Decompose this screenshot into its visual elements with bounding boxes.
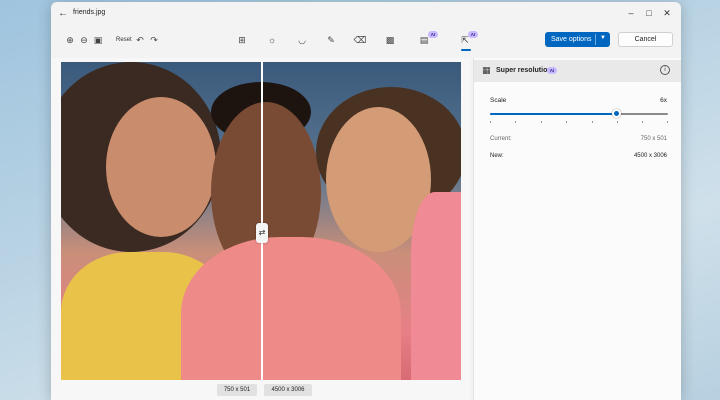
ai-badge: AI: [468, 31, 478, 38]
panel-header: ▦ Super resolution AI i: [474, 60, 681, 82]
save-options-label: Save options: [551, 36, 592, 43]
super-resolution-icon: ▦: [482, 65, 491, 75]
save-split-divider: [595, 34, 596, 45]
slider-tick: [490, 121, 491, 123]
scale-label: Scale: [490, 97, 507, 104]
slider-tick: [667, 121, 668, 123]
window-title: friends.jpg: [73, 9, 106, 16]
scale-value: 6x: [660, 97, 667, 104]
minimize-icon[interactable]: –: [625, 7, 637, 19]
current-size-label: Current:: [490, 136, 512, 142]
maximize-icon[interactable]: □: [643, 7, 655, 19]
active-tool-indicator: [461, 49, 471, 51]
info-icon[interactable]: i: [660, 65, 670, 75]
slider-tick: [566, 121, 567, 123]
back-arrow-icon[interactable]: ←: [57, 8, 69, 20]
scale-slider[interactable]: [490, 108, 668, 123]
new-size-label: New:: [490, 153, 504, 159]
ai-badge: AI: [428, 31, 438, 38]
slider-fill: [490, 113, 617, 115]
compare-swap-icon[interactable]: ⇄: [256, 223, 268, 243]
reset-button[interactable]: Reset: [116, 37, 132, 43]
undo-icon[interactable]: ↶: [133, 33, 147, 47]
crop-icon[interactable]: ⊞: [235, 33, 249, 47]
slider-thumb[interactable]: [611, 109, 621, 118]
new-size-value: 4500 x 3006: [633, 153, 667, 159]
redo-icon[interactable]: ↷: [147, 33, 161, 47]
after-size-label: 4500 x 3006: [264, 384, 312, 396]
blur-background-icon[interactable]: ▩: [383, 33, 397, 47]
slider-tick: [642, 121, 643, 123]
slider-tick: [617, 121, 618, 123]
chevron-down-icon[interactable]: ▼: [597, 35, 609, 41]
slider-tick: [541, 121, 542, 123]
fit-to-window-icon[interactable]: ▣: [91, 33, 105, 47]
panel-title: Super resolution: [496, 67, 552, 74]
before-size-label: 750 x 501: [217, 384, 257, 396]
save-options-button[interactable]: Save options ▼: [545, 32, 610, 47]
markup-icon[interactable]: ✎: [324, 33, 338, 47]
zoom-out-icon[interactable]: ⊖: [77, 33, 91, 47]
current-size-value: 750 x 501: [640, 136, 667, 142]
comparison-split-line[interactable]: [261, 62, 263, 380]
slider-tick: [515, 121, 516, 123]
zoom-in-icon[interactable]: ⊕: [63, 33, 77, 47]
filter-icon[interactable]: ◡: [295, 33, 309, 47]
app-window: ← friends.jpg – □ ✕ ⊕ ⊖ ▣ Reset ↶ ↷ ⊞ ☼ …: [51, 2, 681, 400]
ai-badge: AI: [547, 67, 557, 74]
cancel-button[interactable]: Cancel: [618, 32, 673, 47]
adjust-icon[interactable]: ☼: [265, 33, 279, 47]
title-bar: ← friends.jpg – □ ✕: [51, 2, 681, 26]
slider-tick: [592, 121, 593, 123]
image-canvas: ⇄ 750 x 501 4500 x 3006: [51, 58, 470, 400]
super-resolution-panel: ▦ Super resolution AI i Scale 6x Current…: [473, 58, 681, 400]
erase-icon[interactable]: ⌫: [353, 33, 367, 47]
close-icon[interactable]: ✕: [661, 7, 673, 19]
